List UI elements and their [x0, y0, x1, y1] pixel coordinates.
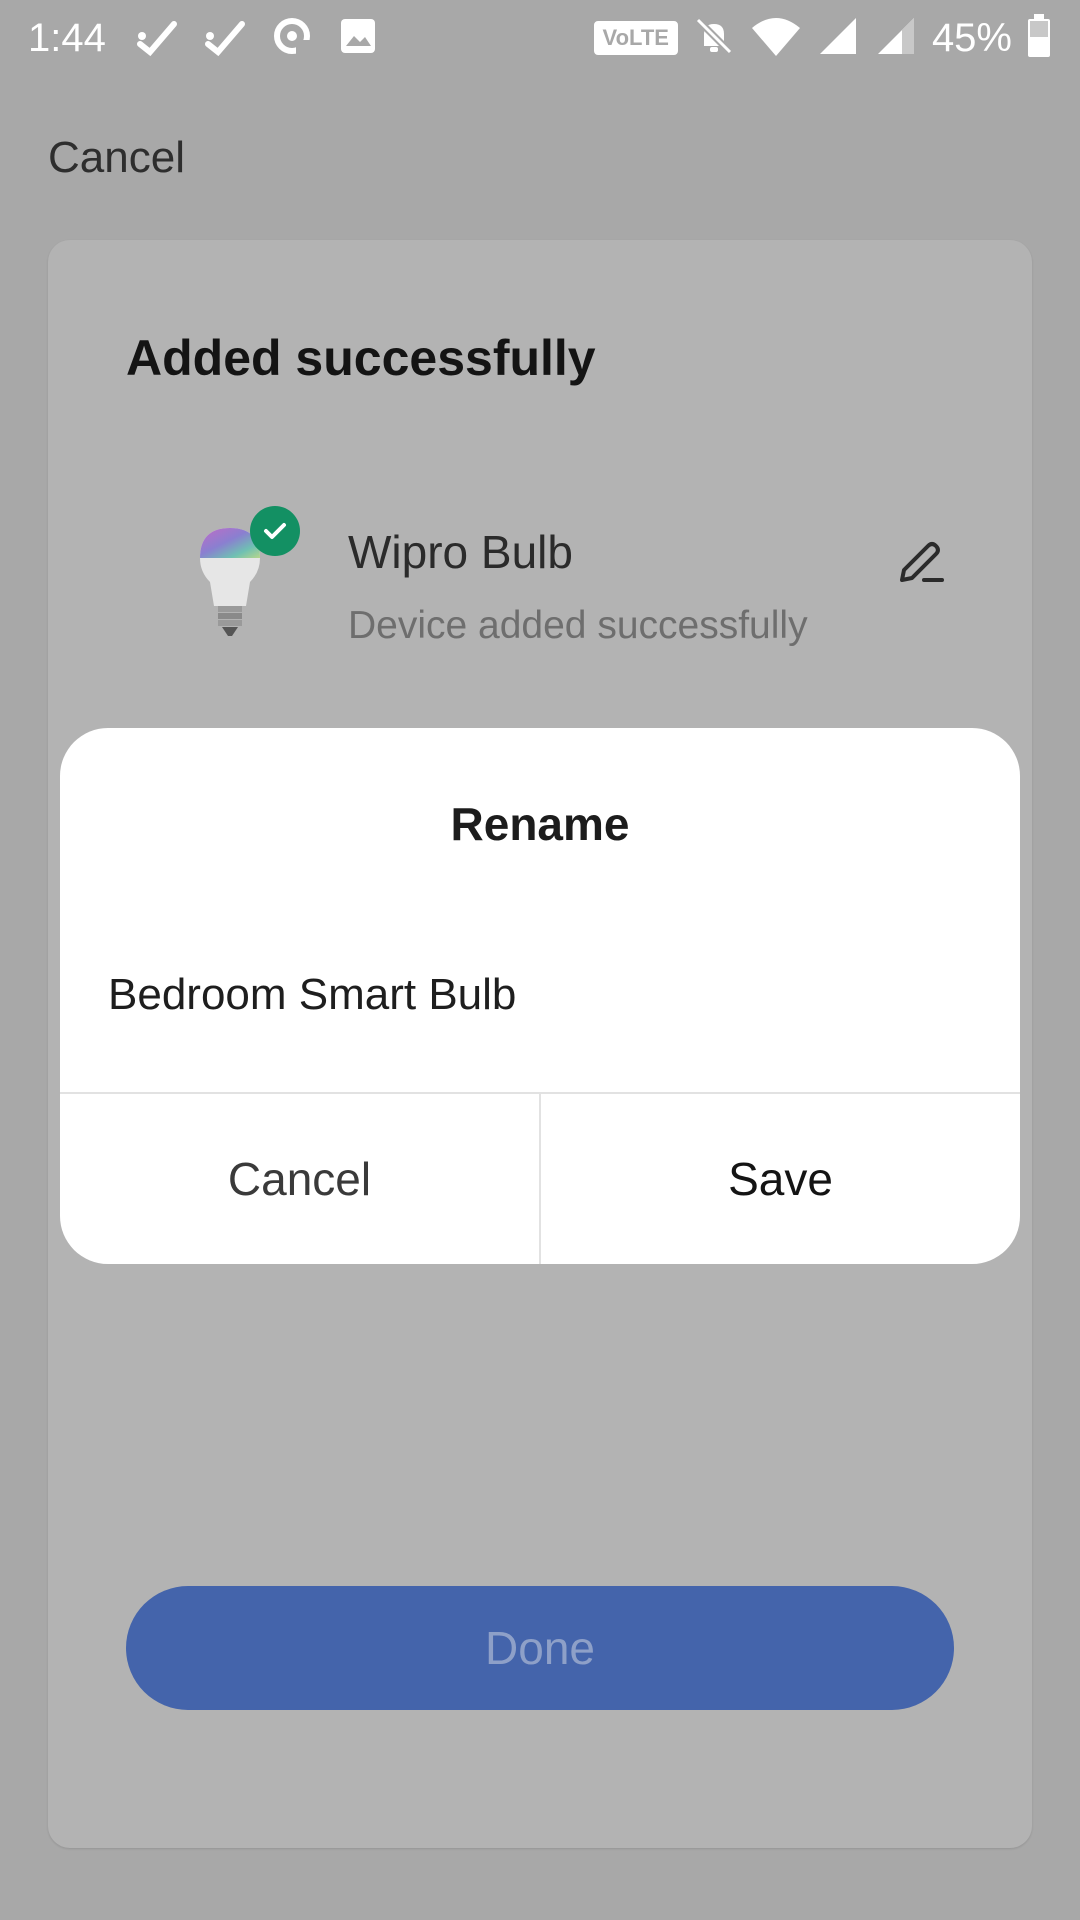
missed-call-icon: [202, 14, 246, 63]
signal-icon: [816, 14, 860, 63]
dialog-cancel-button[interactable]: Cancel: [60, 1094, 539, 1264]
rename-input[interactable]: [108, 960, 968, 1030]
device-status: Device added successfully: [348, 604, 808, 647]
done-button[interactable]: Done: [126, 1586, 954, 1710]
volte-icon: VoLTE: [593, 21, 678, 55]
device-row: Wipro Bulb Device added successfully: [48, 500, 1032, 660]
header-cancel-button[interactable]: Cancel: [48, 130, 185, 186]
wifi-icon: [750, 14, 802, 63]
battery-icon: [1026, 13, 1052, 63]
rename-dialog: Rename Cancel Save: [60, 728, 1020, 1264]
pencil-icon: [894, 536, 948, 595]
check-icon: [250, 506, 300, 556]
battery-percent: 45%: [931, 16, 1012, 60]
edit-name-button[interactable]: [886, 530, 956, 600]
device-name: Wipro Bulb: [348, 526, 573, 578]
dialog-title: Rename: [450, 798, 630, 850]
signal-icon: [874, 14, 918, 63]
missed-call-icon: [134, 14, 178, 63]
status-bar: 1:44 VoLTE 45%: [0, 0, 1080, 76]
dialog-save-button[interactable]: Save: [541, 1094, 1020, 1264]
sync-icon: [270, 14, 314, 63]
notification-icons: [134, 16, 378, 60]
card-title: Added successfully: [126, 330, 596, 386]
image-icon: [338, 16, 378, 61]
system-icons: VoLTE 45%: [593, 12, 1052, 64]
notifications-off-icon: [692, 14, 736, 63]
status-time: 1:44: [28, 16, 106, 60]
